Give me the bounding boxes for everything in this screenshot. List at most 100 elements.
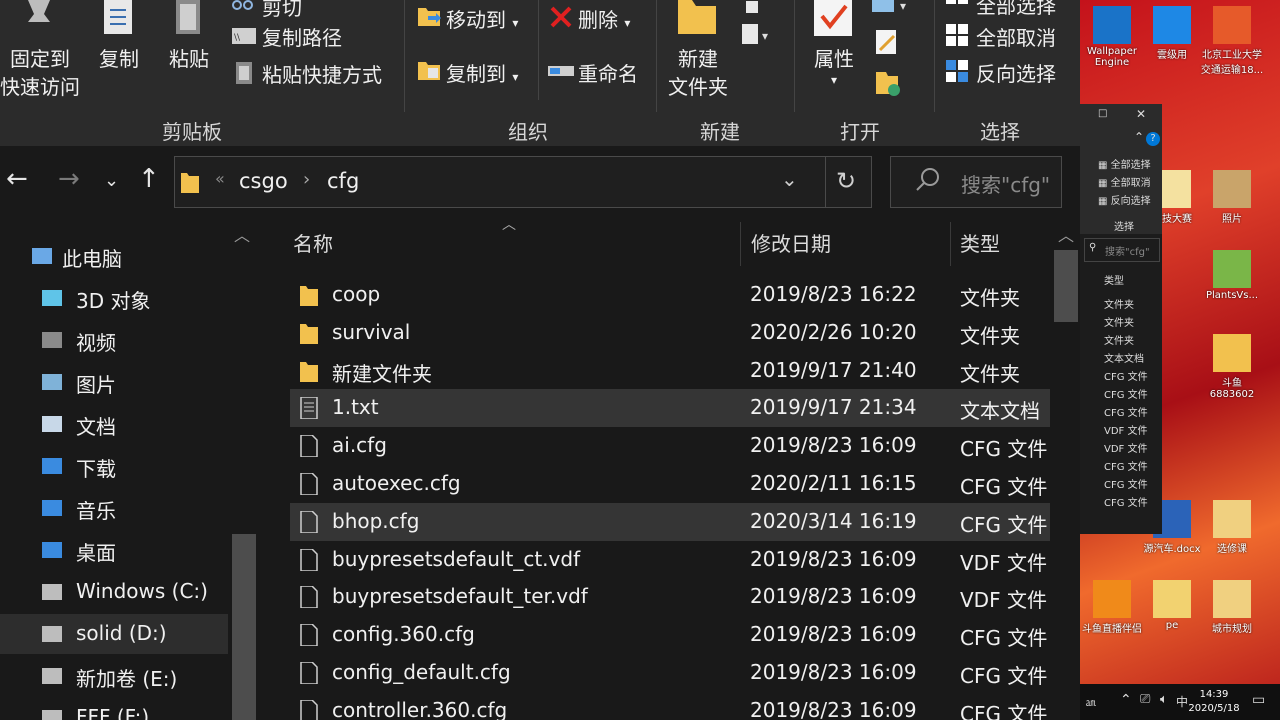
mini-invert-button[interactable]: ▦ 反向选择 [1098, 192, 1151, 207]
move-to-icon [418, 4, 442, 32]
file-row[interactable]: controller.360.cfg 2019/8/23 16:09 CFG 文件 [290, 692, 1050, 720]
file-list-scrollbar[interactable]: ︿ [1052, 218, 1080, 720]
edit-icon [876, 30, 900, 58]
close-icon[interactable]: ✕ [1136, 107, 1146, 121]
nav-item[interactable]: 3D 对象 [0, 278, 228, 318]
pin-quick-access-button[interactable]: 固定到 快速访问 [0, 45, 80, 101]
scroll-up-icon[interactable]: ︿ [1058, 222, 1074, 246]
picture-icon [40, 371, 64, 393]
mini-type-cell: CFG 文件 [1104, 372, 1148, 383]
column-header-date[interactable]: 修改日期 [751, 228, 831, 257]
properties-button[interactable]: 属性 ▾ [806, 45, 862, 87]
invert-selection-button[interactable]: 反向选择 [976, 58, 1056, 87]
scrollbar-thumb[interactable] [1054, 250, 1078, 322]
chevron-up-icon[interactable]: ⌃ [1120, 692, 1132, 708]
breadcrumb-overflow-icon[interactable]: « [215, 169, 225, 188]
copy-button[interactable]: 复制 [94, 45, 144, 73]
file-row[interactable]: 新建文件夹 2019/9/17 21:40 文件夹 [290, 352, 1050, 390]
nav-scroll-up-icon[interactable]: ︿ [234, 222, 250, 246]
file-row[interactable]: config.360.cfg 2019/8/23 16:09 CFG 文件 [290, 616, 1050, 654]
help-icon[interactable]: ? [1146, 132, 1160, 146]
forward-button[interactable]: → [58, 164, 80, 194]
nav-item[interactable]: 图片 [0, 362, 228, 402]
nav-item[interactable]: FFF (F:) [0, 698, 228, 720]
column-divider[interactable] [740, 222, 741, 266]
nav-scrollbar-thumb[interactable] [232, 534, 256, 720]
recent-locations-button[interactable]: ⌄ [104, 170, 119, 191]
desktop-icon[interactable]: Wallpaper Engine [1080, 6, 1144, 68]
file-row[interactable]: config_default.cfg 2019/8/23 16:09 CFG 文件 [290, 654, 1050, 692]
maximize-icon[interactable]: □ [1098, 108, 1107, 119]
up-button[interactable]: ↑ [138, 164, 160, 194]
breadcrumb-item[interactable]: cfg [327, 169, 359, 193]
desktop-icon[interactable]: 斗鱼直播伴侣 [1080, 580, 1144, 635]
mini-search-input[interactable]: 搜索"cfg" [1105, 243, 1150, 258]
desktop-icon[interactable]: 北京工业大学交通运输18... [1200, 6, 1264, 76]
desktop-icon[interactable]: 城市规划 [1200, 580, 1264, 635]
file-icon [300, 661, 320, 689]
desktop-icon[interactable]: 选修课 [1200, 500, 1264, 555]
select-all-button[interactable]: 全部选择 [976, 0, 1056, 19]
volume-icon[interactable]: 🔈︎ [1160, 692, 1168, 707]
mini-select-all-button[interactable]: ▦ 全部选择 [1098, 156, 1151, 171]
address-dropdown-button[interactable]: ⌄ [781, 167, 798, 191]
select-none-button[interactable]: 全部取消 [976, 22, 1056, 51]
file-row[interactable]: 1.txt 2019/9/17 21:34 文本文档 [290, 389, 1050, 428]
nav-item[interactable]: 桌面 [0, 530, 228, 570]
desktop-icon[interactable]: 斗鱼 6883602 [1200, 334, 1264, 400]
address-bar[interactable]: « csgo › cfg ⌄ ↻ [174, 156, 872, 208]
desktop-icon[interactable]: 照片 [1200, 170, 1264, 225]
search-input[interactable]: 搜索"cfg" [961, 169, 1050, 198]
file-row[interactable]: buypresetsdefault_ter.vdf 2019/8/23 16:09… [290, 578, 1050, 616]
taskbar: ㏂ ⌃ ⎚ 🔈︎ 中 14:39 2020/5/18 ▭ [1080, 684, 1280, 720]
copy-path-button[interactable]: 复制路径 [262, 22, 342, 51]
notification-icon[interactable]: ▭ [1252, 692, 1265, 708]
mini-search-box[interactable]: ⚲ 搜索"cfg" [1084, 238, 1160, 262]
mini-column-header-type[interactable]: 类型 [1104, 272, 1124, 287]
new-group-label: 新建 [700, 120, 740, 144]
column-divider[interactable] [950, 222, 951, 266]
new-folder-button[interactable]: 新建 文件夹 [662, 45, 734, 101]
file-row[interactable]: ai.cfg 2019/8/23 16:09 CFG 文件 [290, 427, 1050, 465]
column-header-name[interactable]: 名称 [293, 228, 333, 257]
network-icon[interactable]: ⎚ [1140, 692, 1150, 707]
file-row[interactable]: coop 2019/8/23 16:22 文件夹 [290, 276, 1050, 314]
search-box[interactable]: 搜索"cfg" [890, 156, 1062, 208]
desktop-icon[interactable]: PlantsVs... [1200, 250, 1264, 301]
new-item-icon [744, 0, 762, 17]
nav-item[interactable]: 文档 [0, 404, 228, 444]
breadcrumb-item[interactable]: csgo [239, 169, 288, 193]
nav-item[interactable]: Windows (C:) [0, 572, 228, 612]
file-row[interactable]: bhop.cfg 2020/3/14 16:19 CFG 文件 [290, 502, 1050, 541]
delete-button[interactable]: 删除 ▾ [578, 4, 630, 33]
nav-item[interactable]: 下载 [0, 446, 228, 486]
file-type: CFG 文件 [960, 437, 1048, 462]
paste-shortcut-button[interactable]: 粘贴快捷方式 [262, 59, 382, 88]
nav-item[interactable]: solid (D:) [0, 614, 228, 654]
desktop-icon[interactable]: pe [1140, 580, 1204, 631]
refresh-button[interactable]: ↻ [825, 157, 872, 207]
file-row[interactable]: buypresetsdefault_ct.vdf 2019/8/23 16:09 V… [290, 541, 1050, 579]
clock[interactable]: 14:39 2020/5/18 [1184, 688, 1244, 716]
mini-select-none-button[interactable]: ▦ 全部取消 [1098, 174, 1151, 189]
nav-item[interactable]: 此电脑 [0, 236, 228, 276]
chevron-up-icon[interactable]: ⌃ [1134, 130, 1144, 144]
file-row[interactable]: survival 2020/2/26 10:20 文件夹 [290, 314, 1050, 352]
nav-item[interactable]: 新加卷 (E:) [0, 656, 228, 696]
paste-button[interactable]: 粘贴 [166, 45, 212, 73]
copy-to-button[interactable]: 复制到 ▾ [446, 58, 518, 87]
column-header-type[interactable]: 类型 [960, 228, 1000, 257]
cut-button[interactable]: 剪切 [262, 0, 302, 21]
breadcrumb-separator-icon[interactable]: › [303, 169, 310, 190]
input-method-indicator[interactable]: ㏂ [1086, 694, 1096, 709]
nav-item[interactable]: 音乐 [0, 488, 228, 528]
desktop-icon[interactable]: 雲级用 [1140, 6, 1204, 61]
back-button[interactable]: ← [6, 164, 28, 194]
file-type: CFG 文件 [960, 626, 1048, 651]
file-row[interactable]: autoexec.cfg 2020/2/11 16:15 CFG 文件 [290, 465, 1050, 503]
rename-button[interactable]: 重命名 [578, 58, 638, 87]
move-to-button[interactable]: 移动到 ▾ [446, 4, 518, 33]
background-explorer-window[interactable]: □ ✕ ⌃ ? ▦ 全部选择 ▦ 全部取消 ▦ 反向选择 选择 ⚲ 搜索"cfg… [1080, 104, 1162, 534]
mini-type-cell: CFG 文件 [1104, 498, 1148, 509]
nav-item[interactable]: 视频 [0, 320, 228, 360]
